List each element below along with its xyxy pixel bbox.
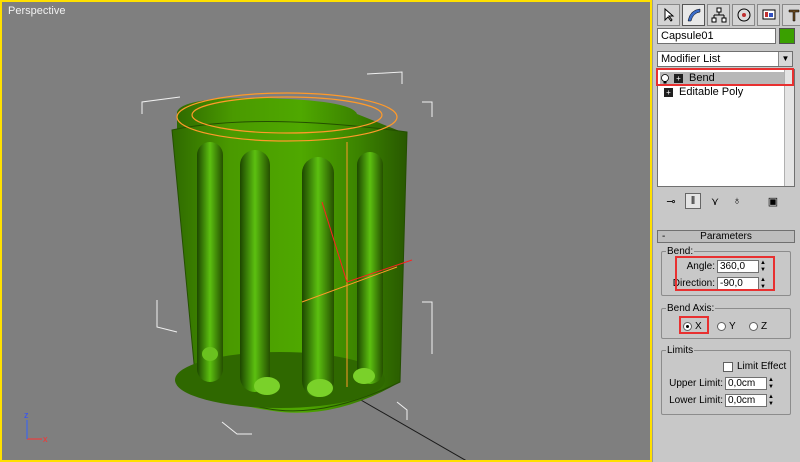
create-icon (664, 7, 674, 22)
modifier-list-label: Modifier List (661, 53, 721, 65)
lower-limit-input[interactable]: 0,0cm (725, 393, 767, 407)
upper-limit-input[interactable]: 0,0cm (725, 376, 767, 390)
axis-x-highlight-box (679, 316, 709, 334)
motion-icon (737, 8, 750, 22)
svg-text:x: x (43, 434, 48, 444)
bend-params-highlight-box (675, 256, 775, 291)
parameters-rollout-header[interactable]: - Parameters (657, 230, 795, 243)
limits-label: Limits (667, 345, 694, 356)
collapse-icon[interactable]: - (662, 231, 665, 242)
stack-item-label: Editable Poly (679, 86, 744, 98)
axis-y-label: Y (729, 321, 736, 332)
rollout-title: Parameters (700, 231, 752, 242)
upper-limit-label: Upper Limit: (669, 377, 723, 389)
hierarchy-icon (711, 7, 726, 23)
command-panel: Capsule01 Modifier List ▼ + Bend + Edita… (652, 0, 800, 462)
upper-limit-spinner-arrows[interactable]: ▲ ▼ (768, 377, 776, 390)
world-axis-tripod: z x (24, 410, 48, 444)
perspective-viewport[interactable]: z x Perspective (0, 0, 652, 462)
create-tab[interactable] (657, 4, 680, 26)
radio-button[interactable] (717, 322, 726, 331)
svg-text:z: z (24, 410, 29, 420)
axis-y-radio[interactable]: Y (717, 321, 736, 332)
viewport-scene: z x (24, 71, 467, 460)
display-tab[interactable] (757, 4, 780, 26)
hierarchy-tab[interactable] (707, 4, 730, 26)
viewport-label[interactable]: Perspective (8, 5, 65, 17)
pin-stack-icon[interactable]: ⊸ (663, 193, 679, 209)
modify-icon (687, 8, 700, 22)
stack-scrollbar[interactable] (784, 70, 794, 186)
configure-modifier-sets-icon[interactable]: ▣ (765, 193, 781, 209)
axis-z-label: Z (761, 321, 768, 332)
make-unique-icon[interactable]: ⋎ (707, 193, 723, 209)
motion-tab[interactable] (732, 4, 755, 26)
stack-toolbar: ⊸ ‖ ⋎ ♁ ▣ (657, 190, 795, 212)
show-end-result-icon[interactable]: ‖ (685, 193, 701, 209)
checkbox[interactable] (723, 361, 733, 372)
remove-modifier-icon[interactable]: ♁ (729, 193, 745, 209)
limit-effect-checkbox[interactable]: Limit Effect (723, 361, 786, 372)
lower-limit-spinner: Lower Limit: 0,0cm ▲ ▼ (667, 393, 776, 407)
modifier-stack[interactable]: + Bend + Editable Poly (657, 69, 795, 187)
object-name-field[interactable]: Capsule01 (657, 28, 776, 44)
limit-effect-label: Limit Effect (737, 361, 787, 372)
modifier-list-dropdown[interactable]: Modifier List ▼ (657, 51, 793, 67)
lower-limit-spinner-arrows[interactable]: ▲ ▼ (768, 394, 776, 407)
stack-item-editable-poly[interactable]: + Editable Poly (660, 86, 784, 99)
expand-icon[interactable]: + (664, 88, 673, 97)
utilities-icon (788, 9, 799, 22)
command-panel-tabs (657, 4, 800, 26)
radio-button[interactable] (749, 322, 758, 331)
object-color-swatch[interactable] (779, 28, 795, 44)
upper-limit-spinner: Upper Limit: 0,0cm ▲ ▼ (667, 376, 776, 390)
modify-tab[interactable] (682, 4, 705, 26)
display-icon (762, 9, 775, 20)
bend-axis-label: Bend Axis: (667, 303, 715, 314)
lower-limit-label: Lower Limit: (669, 394, 723, 406)
axis-z-radio[interactable]: Z (749, 321, 767, 332)
dropdown-arrow-icon[interactable]: ▼ (778, 52, 792, 66)
utilities-tab[interactable] (782, 4, 800, 26)
bend-highlight-box (656, 68, 794, 86)
